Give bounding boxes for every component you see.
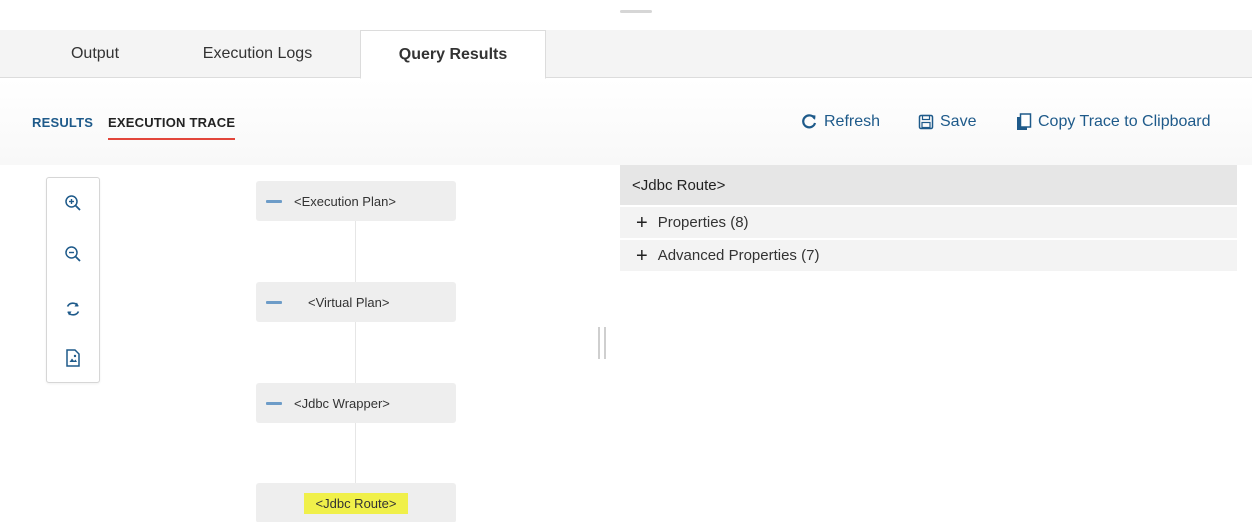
collapse-icon[interactable] bbox=[266, 199, 282, 203]
tree-node-label-selected[interactable]: <Jdbc Route> bbox=[303, 492, 409, 514]
copy-trace-label: Copy Trace to Clipboard bbox=[1038, 113, 1211, 130]
details-title: <Jdbc Route> bbox=[620, 165, 1237, 205]
splitter-line bbox=[604, 327, 606, 359]
export-image-button[interactable] bbox=[62, 347, 84, 369]
refresh-icon bbox=[802, 114, 817, 129]
save-button[interactable]: Save bbox=[918, 113, 976, 131]
tab-query-results[interactable]: Query Results bbox=[360, 30, 546, 79]
clipboard-icon bbox=[1017, 113, 1032, 130]
zoom-toolbar bbox=[46, 177, 100, 383]
refresh-button[interactable]: Refresh bbox=[800, 113, 880, 131]
advanced-properties-section-toggle[interactable]: + Advanced Properties (7) bbox=[620, 238, 1237, 271]
copy-trace-button[interactable]: Copy Trace to Clipboard bbox=[1016, 113, 1211, 131]
save-label: Save bbox=[940, 113, 977, 130]
collapse-icon[interactable] bbox=[266, 401, 282, 405]
tree-node-label: <Virtual Plan> bbox=[308, 294, 390, 310]
section-label: Advanced Properties (7) bbox=[657, 247, 820, 264]
tree-connector bbox=[355, 221, 356, 487]
node-details-panel: <Jdbc Route> + Properties (8) + Advanced… bbox=[620, 165, 1237, 271]
zoom-out-button[interactable] bbox=[62, 243, 84, 265]
properties-section-toggle[interactable]: + Properties (8) bbox=[620, 205, 1237, 238]
refresh-label: Refresh bbox=[824, 113, 881, 130]
tab-output[interactable]: Output bbox=[50, 30, 140, 78]
expand-icon: + bbox=[636, 211, 648, 234]
subtab-results[interactable]: RESULTS bbox=[32, 115, 93, 130]
export-image-icon bbox=[66, 349, 80, 367]
reset-view-button[interactable] bbox=[62, 298, 84, 320]
tree-node-virtual-plan[interactable]: <Virtual Plan> bbox=[256, 282, 456, 322]
tree-node-label: <Execution Plan> bbox=[294, 193, 396, 209]
section-label: Properties (8) bbox=[657, 214, 749, 231]
panel-splitter[interactable] bbox=[598, 327, 606, 359]
expand-icon: + bbox=[636, 244, 648, 267]
tree-node-label: <Jdbc Wrapper> bbox=[294, 395, 390, 411]
splitter-line bbox=[598, 327, 600, 359]
tree-node-jdbc-route[interactable]: <Jdbc Route> bbox=[256, 483, 456, 522]
subtab-execution-trace[interactable]: EXECUTION TRACE bbox=[108, 115, 236, 140]
zoom-out-icon bbox=[65, 246, 81, 262]
tree-node-jdbc-wrapper[interactable]: <Jdbc Wrapper> bbox=[256, 383, 456, 423]
panel-resize-handle[interactable] bbox=[620, 10, 652, 13]
tree-node-execution-plan[interactable]: <Execution Plan> bbox=[256, 181, 456, 221]
refresh-icon bbox=[66, 302, 80, 316]
tab-execution-logs[interactable]: Execution Logs bbox=[175, 30, 340, 78]
save-icon bbox=[918, 114, 934, 130]
zoom-in-button[interactable] bbox=[62, 192, 84, 214]
collapse-icon[interactable] bbox=[266, 300, 282, 304]
zoom-in-icon bbox=[65, 195, 81, 211]
main-tab-bar: Output Execution Logs Query Results bbox=[0, 30, 1252, 79]
